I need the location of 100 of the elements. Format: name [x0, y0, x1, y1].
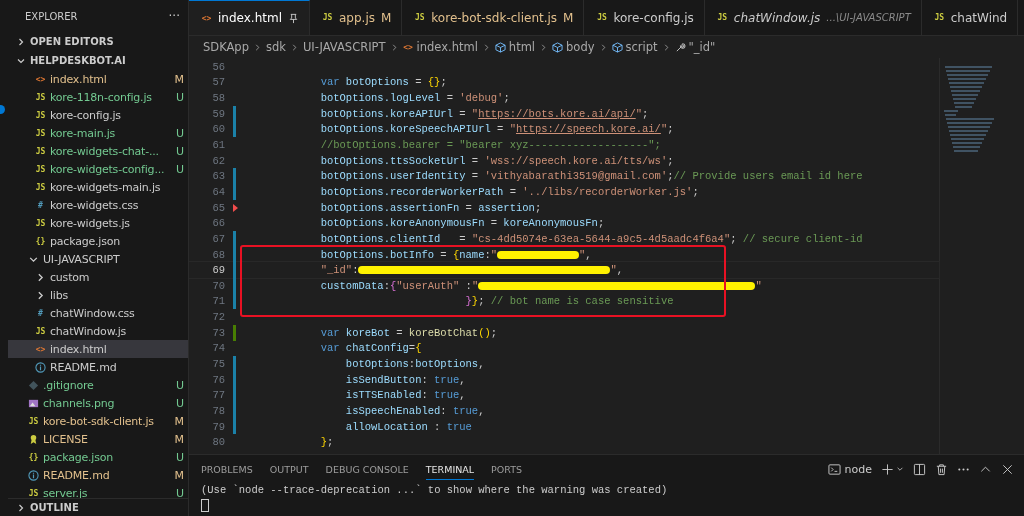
change-marker[interactable]	[233, 262, 236, 278]
editor-tab[interactable]: JS chatWindow.js ...\UI-JAVASCRIPT	[704, 0, 922, 35]
file-tree-item[interactable]: JS kore-widgets-main.js	[8, 178, 188, 196]
change-marker[interactable]	[233, 371, 236, 388]
panel-tab[interactable]: DEBUG CONSOLE	[325, 459, 409, 479]
line-number: 68	[211, 248, 225, 261]
code-text: botOptions.logLevel = 'debug';	[320, 92, 510, 105]
change-marker[interactable]	[233, 356, 236, 372]
change-marker[interactable]	[233, 277, 236, 294]
code-text: "	[755, 279, 762, 292]
code-text: botOptions.clientId = "cs-4dd5074e-63ea-5644-a9c5-4d5aadc4f6a4"; // secure client-id	[320, 232, 863, 245]
breadcrumb-item[interactable]: UI-JAVASCRIPT	[302, 40, 386, 54]
file-tree-item[interactable]: JS kore-bot-sdk-client.js M	[8, 412, 188, 430]
line-number: 78	[211, 404, 225, 417]
file-tree-item[interactable]: JS kore-main.js U	[8, 124, 188, 142]
breadcrumb-item[interactable]: SDKApp	[203, 40, 249, 54]
file-tree-item[interactable]: README.md	[8, 358, 188, 376]
chevron-icon	[539, 42, 549, 52]
more-actions-button[interactable]: ···	[168, 9, 180, 23]
code-text: botOptions.koreSpeechAPIUrl = "https://speech.kore.ai/";	[320, 123, 674, 136]
change-marker[interactable]	[233, 184, 236, 200]
file-tree-item[interactable]: JS kore-widgets-chat-... U	[8, 142, 188, 160]
code-text: allowLocation : true	[345, 420, 472, 433]
breadcrumb-item[interactable]: <> index.html	[402, 40, 478, 54]
change-marker[interactable]	[233, 387, 236, 404]
code-text: customData:{"userAuth" :"	[320, 279, 479, 292]
split-terminal-icon[interactable]	[913, 462, 926, 476]
file-tree-item[interactable]: <> index.html M	[8, 70, 188, 88]
breadcrumb-item[interactable]: script	[611, 40, 658, 54]
change-marker[interactable]	[233, 293, 236, 310]
line-number: 59	[211, 107, 225, 120]
info-icon	[28, 469, 39, 481]
sidebar-title: EXPLORER	[25, 10, 78, 22]
section-header[interactable]: OPEN EDITORS	[8, 32, 188, 51]
file-tree-item[interactable]: libs	[8, 286, 188, 304]
close-icon[interactable]	[1001, 462, 1014, 476]
file-tree-item[interactable]: UI-JAVASCRIPT	[8, 250, 188, 268]
wrench-icon	[674, 41, 686, 53]
file-tree-item[interactable]: JS kore-widgets.js	[8, 214, 188, 232]
code-text: "_id":	[320, 264, 359, 277]
editor-tab[interactable]: JS kore-bot-sdk-client.js M	[402, 0, 585, 35]
code-text: botOptions:botOptions,	[345, 358, 485, 370]
change-marker[interactable]	[233, 403, 236, 419]
change-marker[interactable]	[233, 246, 236, 263]
editor-tab[interactable]: JS kore-config.js	[584, 0, 705, 35]
code-text: isTTSEnabled: true,	[345, 389, 466, 402]
file-tree-item[interactable]: LICENSE M	[8, 430, 188, 448]
breadcrumb-item[interactable]: html	[494, 40, 536, 54]
panel-tab[interactable]: PROBLEMS	[201, 459, 253, 479]
file-tree-item[interactable]: # kore-widgets.css	[8, 196, 188, 214]
line-number: 58	[211, 92, 225, 105]
terminal-icon	[827, 462, 841, 476]
add-icon[interactable]	[881, 462, 894, 476]
file-tree-item[interactable]: {} package.json	[8, 232, 188, 250]
chevron-icon[interactable]	[896, 465, 904, 473]
code-text: botOptions.koreAPIUrl = "https://bots.kore.ai/api/";	[320, 107, 649, 120]
deletion-marker[interactable]	[233, 203, 238, 212]
panel-tab[interactable]: TERMINAL	[425, 458, 475, 480]
trash-icon[interactable]	[935, 462, 948, 476]
cube-icon	[494, 41, 506, 53]
code-text: //botOptions.bearer = "bearer xyz-------------------";	[320, 139, 661, 151]
file-tree-item[interactable]: # chatWindow.css	[8, 304, 188, 322]
change-marker[interactable]	[233, 418, 236, 435]
file-tree-item[interactable]: JS kore-widgets-config... U	[8, 160, 188, 178]
terminal-selector[interactable]: node	[827, 462, 872, 476]
code-text: isSpeechEnabled: true,	[345, 404, 485, 417]
change-marker[interactable]	[233, 231, 236, 247]
file-tree-item[interactable]: {} package.json U	[8, 448, 188, 466]
file-tree-item[interactable]: JS kore-config.js	[8, 106, 188, 124]
section-header[interactable]: HELPDESKBOT.AI	[8, 51, 188, 70]
line-number: 74	[211, 342, 225, 355]
line-number: 67	[211, 232, 225, 245]
code-text: botOptions.assertionFn = assertion;	[320, 201, 542, 214]
breadcrumb-item[interactable]: "_id"	[674, 40, 716, 54]
change-marker[interactable]	[233, 121, 236, 138]
file-tree-item[interactable]: JS kore-118n-config.js U	[8, 88, 188, 106]
line-number: 80	[211, 436, 225, 449]
breadcrumb-item[interactable]: body	[552, 40, 595, 54]
editor-tab[interactable]: JS app.js M	[310, 0, 403, 35]
line-number: 62	[211, 154, 225, 167]
file-tree-item[interactable]: channels.png U	[8, 394, 188, 412]
cube-icon	[552, 41, 564, 53]
change-marker[interactable]	[233, 105, 236, 122]
editor-tab[interactable]: JS chatWind	[921, 0, 1019, 35]
panel-tab[interactable]: OUTPUT	[269, 459, 309, 479]
line-number: 70	[211, 279, 225, 292]
panel-tab[interactable]: PORTS	[491, 459, 523, 479]
line-number: 63	[211, 170, 225, 183]
section-header[interactable]: OUTLINE	[8, 498, 188, 516]
file-tree-item[interactable]: README.md M	[8, 466, 188, 484]
change-marker[interactable]	[233, 168, 236, 185]
code-text: var koreBot = koreBotChat();	[320, 326, 498, 339]
line-number: 73	[211, 326, 225, 339]
file-tree-item[interactable]: <> index.html	[8, 340, 188, 358]
change-marker[interactable]	[233, 324, 236, 341]
breadcrumb-item[interactable]: sdk	[265, 40, 286, 54]
file-tree-item[interactable]: JS chatWindow.js	[8, 322, 188, 340]
editor-tab[interactable]: <> index.html	[189, 0, 310, 35]
file-tree-item[interactable]: custom	[8, 268, 188, 286]
file-tree-item[interactable]: .gitignore U	[8, 376, 188, 394]
